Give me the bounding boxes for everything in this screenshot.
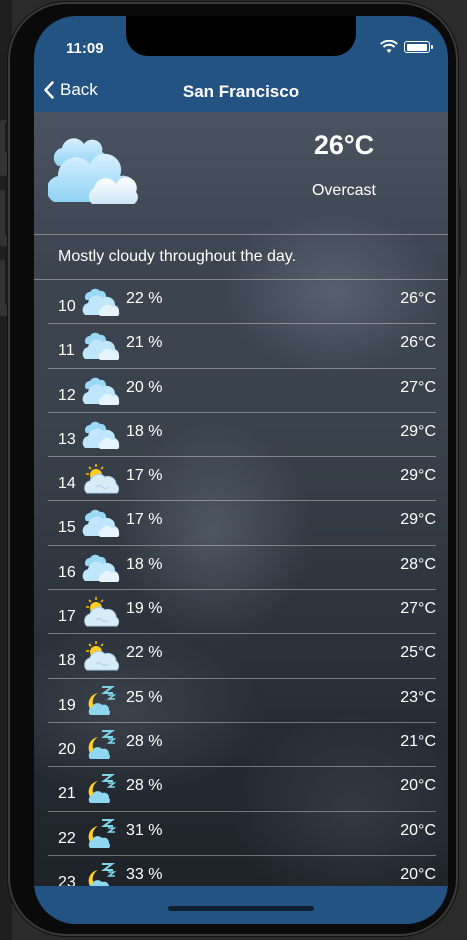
precip-percent: 19 % [126, 600, 163, 618]
navigation-bar: Back San Francisco [34, 72, 448, 112]
hour-temperature: 27°C [400, 600, 436, 618]
nav-title: San Francisco [182, 82, 300, 101]
moon-cloud-icon [82, 729, 120, 761]
hour-row: 23 33 % 20°C [48, 856, 436, 886]
cloud-icon [82, 286, 120, 318]
hour-row: 21 28 % 20°C [48, 767, 436, 812]
hour-label: 14 [58, 475, 76, 493]
wifi-icon [380, 40, 398, 53]
hour-row: 18 22 % 25°C [48, 634, 436, 679]
sun-cloud-icon [82, 463, 120, 495]
hour-label: 19 [58, 696, 76, 714]
hour-temperature: 20°C [400, 821, 436, 839]
sun-cloud-icon [82, 596, 120, 628]
cloud-icon [82, 552, 120, 584]
hour-temperature: 20°C [400, 777, 436, 795]
notch [126, 16, 356, 56]
hour-label: 13 [58, 430, 76, 448]
hour-temperature: 20°C [400, 865, 436, 883]
hour-row: 17 19 % 27°C [48, 590, 436, 635]
battery-icon [404, 41, 433, 53]
current-condition: Overcast [311, 182, 376, 199]
hour-temperature: 23°C [400, 688, 436, 706]
precip-percent: 33 % [126, 865, 163, 883]
cloud-icon [82, 507, 120, 539]
hour-temperature: 28°C [400, 555, 436, 573]
current-weather: 26°C Overcast [34, 112, 448, 235]
hour-temperature: 27°C [400, 378, 436, 396]
hour-label: 18 [58, 652, 76, 670]
hour-temperature: 21°C [400, 732, 436, 750]
hour-temperature: 29°C [400, 467, 436, 485]
forecast-content[interactable]: 26°C Overcast Mostly cloudy throughout t… [34, 112, 448, 886]
bottom-bar [34, 886, 448, 924]
cloud-icon [82, 330, 120, 362]
hour-label: 11 [58, 342, 75, 360]
precip-percent: 21 % [126, 334, 163, 352]
hour-row: 13 18 % 29°C [48, 413, 436, 458]
hour-label: 22 [58, 829, 76, 847]
hour-label: 17 [58, 608, 76, 626]
status-icons [380, 40, 433, 54]
hour-row: 20 28 % 21°C [48, 723, 436, 768]
hour-row: 12 20 % 27°C [48, 369, 436, 413]
phone-frame: 11:09 Back San Francisco 26°C Overcast M… [5, 2, 461, 936]
hour-row: 22 31 % 20°C [48, 812, 436, 856]
home-indicator[interactable] [168, 906, 314, 911]
hour-temperature: 26°C [400, 290, 436, 307]
precip-percent: 17 % [126, 467, 163, 485]
mute-switch [5, 122, 8, 152]
precip-percent: 25 % [126, 688, 163, 706]
precip-percent: 22 % [126, 644, 163, 662]
hour-label: 10 [58, 298, 76, 315]
moon-cloud-icon [82, 862, 120, 886]
hour-temperature: 29°C [400, 511, 436, 529]
hour-label: 21 [58, 785, 76, 803]
precip-percent: 17 % [126, 511, 163, 529]
hour-label: 12 [58, 386, 76, 404]
hour-row: 11 21 % 26°C [48, 324, 436, 369]
cloud-icon [48, 138, 138, 204]
precip-percent: 18 % [126, 555, 163, 573]
hour-label: 15 [58, 519, 76, 537]
hour-label: 16 [58, 563, 76, 581]
hour-label: 20 [58, 740, 76, 758]
cloud-icon [82, 375, 120, 407]
sun-cloud-icon [82, 640, 120, 672]
hour-row: 19 25 % 23°C [48, 679, 436, 723]
volume-up-button [5, 177, 8, 235]
moon-cloud-icon [82, 818, 120, 850]
precip-percent: 31 % [126, 821, 163, 839]
current-temperature: 26°C [313, 130, 375, 160]
precip-percent: 28 % [126, 732, 163, 750]
moon-cloud-icon [82, 685, 120, 717]
hour-row: 16 18 % 28°C [48, 546, 436, 591]
moon-cloud-icon [82, 773, 120, 805]
status-time: 11:09 [66, 40, 104, 57]
hour-label: 23 [58, 873, 76, 886]
hour-temperature: 29°C [400, 422, 436, 440]
power-button [458, 187, 461, 277]
cloud-icon [82, 419, 120, 451]
hourly-list[interactable]: 10 22 % 26°C 11 21 % 26°C 12 20 % 27°C 13 18 % 29°C… [34, 280, 448, 886]
precip-percent: 18 % [126, 422, 163, 440]
hour-row: 15 17 % 29°C [48, 501, 436, 546]
screen: 11:09 Back San Francisco 26°C Overcast M… [34, 16, 448, 924]
daily-summary: Mostly cloudy throughout the day. [34, 235, 448, 280]
hour-temperature: 26°C [400, 334, 436, 352]
volume-down-button [5, 247, 8, 305]
hour-temperature: 25°C [400, 644, 436, 662]
precip-percent: 20 % [126, 378, 163, 396]
hour-row: 14 17 % 29°C [48, 457, 436, 502]
precip-percent: 28 % [126, 777, 163, 795]
precip-percent: 22 % [126, 290, 163, 307]
hour-row: 10 22 % 26°C [48, 280, 436, 325]
